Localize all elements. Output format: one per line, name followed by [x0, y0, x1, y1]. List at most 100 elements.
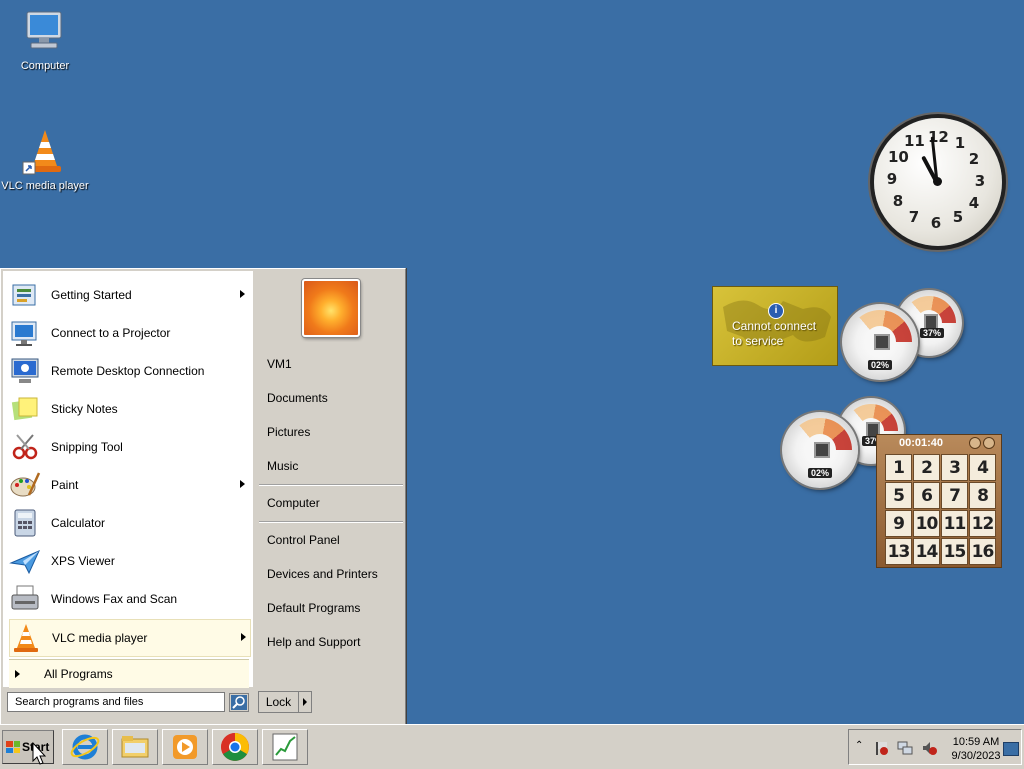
show-hidden-icons-icon[interactable]: ⌃ [855, 740, 863, 751]
start-menu: Getting Started Connect to a Projector R… [0, 268, 406, 725]
user-picture-flower[interactable] [302, 279, 360, 337]
link-default-programs[interactable]: Default Programs [267, 601, 360, 615]
windows-logo-icon [6, 741, 20, 753]
lock-button[interactable]: Lock [258, 691, 312, 713]
link-user[interactable]: VM1 [267, 357, 292, 371]
menu-item-xps-viewer[interactable]: XPS Viewer [9, 543, 249, 579]
puzzle-tile[interactable]: 7 [941, 482, 968, 509]
all-programs-arrow-icon [15, 670, 20, 678]
menu-item-sticky-notes[interactable]: Sticky Notes [9, 391, 249, 427]
link-documents[interactable]: Documents [267, 391, 328, 405]
info-icon: i [768, 303, 784, 319]
computer-icon [21, 8, 69, 56]
clock-gadget[interactable]: 12 1 2 3 4 5 6 7 8 9 10 11 [874, 118, 1002, 246]
clock-time: 10:59 AM [952, 736, 1000, 748]
desktop-icon-vlc[interactable]: VLC media player [0, 128, 90, 192]
paint-icon [9, 469, 41, 501]
all-programs-label: All Programs [44, 667, 113, 681]
menu-item-paint[interactable]: Paint [9, 467, 249, 503]
puzzle-tile[interactable]: 5 [885, 482, 912, 509]
menu-item-connect-projector[interactable]: Connect to a Projector [9, 315, 249, 351]
link-devices-printers[interactable]: Devices and Printers [267, 567, 378, 581]
mouse-cursor-icon [32, 742, 47, 765]
link-computer[interactable]: Computer [267, 496, 320, 510]
folder-icon [121, 736, 149, 758]
weather-message: Cannot connect to service [732, 319, 817, 348]
vlc-cone-icon [10, 622, 42, 654]
puzzle-timer: 00:01:40 [899, 437, 944, 449]
taskbar-chrome[interactable] [212, 729, 258, 765]
search-input[interactable]: Search programs and files [7, 692, 225, 712]
show-desktop-button[interactable] [1003, 742, 1019, 756]
puzzle-tile[interactable]: 15 [941, 538, 968, 565]
menu-item-label: Paint [51, 478, 79, 492]
menu-item-label: Windows Fax and Scan [51, 592, 178, 606]
taskbar-internet-explorer[interactable] [62, 729, 108, 765]
search-button[interactable] [229, 693, 249, 712]
puzzle-tile[interactable]: 4 [969, 454, 996, 481]
clock-number: 11 [904, 132, 925, 150]
menu-item-getting-started[interactable]: Getting Started [9, 277, 249, 313]
desktop-icon-label: VLC media player [1, 180, 89, 192]
system-clock[interactable]: 10:59 AM 9/30/2023 [947, 735, 1005, 763]
puzzle-hint-icon[interactable] [969, 437, 981, 449]
getting-started-icon [9, 279, 41, 311]
sticky-notes-icon [9, 393, 41, 425]
menu-item-snipping-tool[interactable]: Snipping Tool [9, 429, 249, 465]
puzzle-tile[interactable]: 2 [913, 454, 940, 481]
taskbar: Start ⌃ 10:59 AM 9/30/2023 [0, 724, 1024, 769]
clock-number: 3 [974, 172, 986, 190]
menu-item-label: Calculator [51, 516, 106, 530]
remote-desktop-icon [9, 355, 41, 387]
search-icon [231, 695, 247, 710]
menu-item-label: VLC media player [52, 631, 148, 645]
puzzle-tile[interactable]: 11 [941, 510, 968, 537]
clock-center-pin [933, 177, 942, 186]
desktop-icon-computer[interactable]: Computer [0, 8, 90, 72]
vlc-cone-icon [21, 128, 69, 176]
menu-item-label: Getting Started [51, 288, 132, 302]
clock-number: 10 [888, 148, 909, 166]
link-help-support[interactable]: Help and Support [267, 635, 360, 649]
puzzle-tile[interactable]: 9 [885, 510, 912, 537]
menu-item-remote-desktop[interactable]: Remote Desktop Connection [9, 353, 249, 389]
puzzle-tile[interactable]: 12 [969, 510, 996, 537]
puzzle-tile[interactable]: 16 [969, 538, 996, 565]
menu-item-vlc[interactable]: VLC media player [9, 619, 251, 657]
clock-number: 7 [908, 208, 920, 226]
puzzle-shuffle-icon[interactable] [983, 437, 995, 449]
menu-item-label: Snipping Tool [51, 440, 123, 454]
puzzle-tile[interactable]: 1 [885, 454, 912, 481]
volume-muted-icon[interactable] [921, 740, 937, 756]
puzzle-tile[interactable]: 8 [969, 482, 996, 509]
clock-number: 9 [886, 170, 898, 188]
puzzle-tile[interactable]: 14 [913, 538, 940, 565]
cpu-dial: 02% [842, 304, 918, 380]
picture-puzzle-gadget[interactable]: 00:01:40 1 2 3 4 5 6 7 8 9 10 11 12 13 1… [876, 434, 1002, 568]
action-center-flag-icon[interactable] [873, 740, 889, 756]
weather-gadget[interactable]: i Cannot connect to service [712, 286, 838, 366]
link-music[interactable]: Music [267, 459, 298, 473]
puzzle-tile[interactable]: 10 [913, 510, 940, 537]
fax-scan-icon [9, 583, 41, 615]
taskbar-media-player[interactable] [162, 729, 208, 765]
menu-item-fax-scan[interactable]: Windows Fax and Scan [9, 581, 249, 617]
calculator-icon [9, 507, 41, 539]
programs-pane: Getting Started Connect to a Projector R… [3, 271, 253, 688]
snipping-tool-icon [9, 431, 41, 463]
shutdown-options-arrow-icon[interactable] [299, 698, 311, 706]
internet-explorer-icon [70, 734, 100, 760]
separator [259, 484, 403, 486]
puzzle-tile[interactable]: 13 [885, 538, 912, 565]
lock-label: Lock [259, 692, 299, 712]
puzzle-tile[interactable]: 3 [941, 454, 968, 481]
cpu-chip-icon [814, 442, 830, 458]
puzzle-tile[interactable]: 6 [913, 482, 940, 509]
link-pictures[interactable]: Pictures [267, 425, 310, 439]
taskbar-performance-chart[interactable] [262, 729, 308, 765]
link-control-panel[interactable]: Control Panel [267, 533, 340, 547]
all-programs-button[interactable]: All Programs [9, 659, 249, 688]
menu-item-calculator[interactable]: Calculator [9, 505, 249, 541]
taskbar-windows-explorer[interactable] [112, 729, 158, 765]
network-icon[interactable] [897, 740, 913, 756]
